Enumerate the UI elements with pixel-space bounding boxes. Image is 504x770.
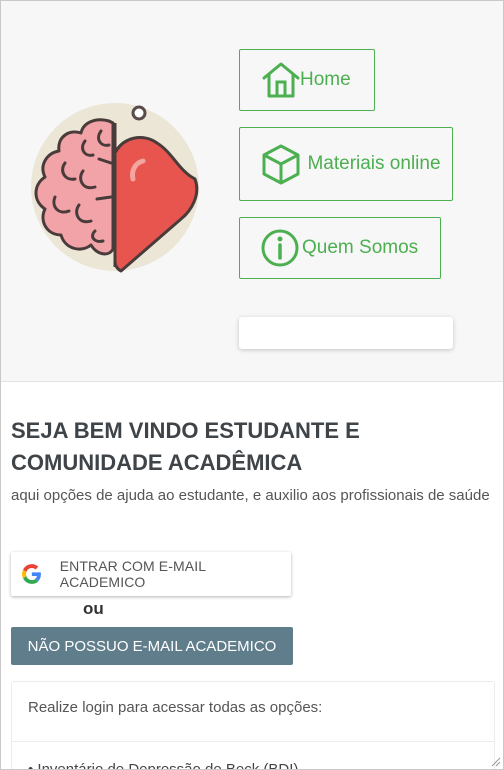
google-login-label: ENTRAR COM E-MAIL ACADEMICO: [59, 558, 206, 590]
empty-card: [239, 317, 453, 349]
no-email-button[interactable]: NÃO POSSUO E-MAIL ACADEMICO: [11, 627, 293, 665]
info-icon: [261, 229, 299, 267]
nav-home-label: Home: [300, 69, 351, 90]
nav-materiais-button[interactable]: Materiais online: [239, 127, 453, 201]
cube-icon: [262, 144, 300, 185]
nav-quem-somos-button[interactable]: Quem Somos: [239, 217, 441, 279]
login-message: Realize login para acessar todas as opçõ…: [28, 699, 323, 716]
list-item[interactable]: • Inventário de Depressão de Beck (BDI): [28, 761, 298, 769]
header: Home Materiais online Quem Somos: [1, 1, 503, 382]
nav-home-button[interactable]: Home: [239, 49, 375, 111]
home-icon: [262, 62, 300, 98]
resize-handle-icon[interactable]: [489, 755, 501, 767]
or-separator: ou: [83, 599, 104, 618]
card-divider: [12, 741, 494, 742]
google-login-button[interactable]: ENTRAR COM E-MAIL ACADEMICO: [11, 552, 291, 596]
nav-materiais-label: Materiais online: [307, 153, 441, 174]
welcome-title: SEJA BEM VINDO ESTUDANTE E COMUNIDADE AC…: [11, 418, 360, 475]
welcome-subtitle: aqui opções de ajuda ao estudante, e aux…: [11, 487, 490, 504]
google-icon: [22, 564, 41, 584]
login-card: Realize login para acessar todas as opçõ…: [11, 681, 495, 769]
nav-quem-somos-label: Quem Somos: [302, 237, 419, 258]
app-window: Home Materiais online Quem Somos SEJA BE…: [0, 0, 504, 770]
brain-heart-logo: [31, 103, 199, 273]
